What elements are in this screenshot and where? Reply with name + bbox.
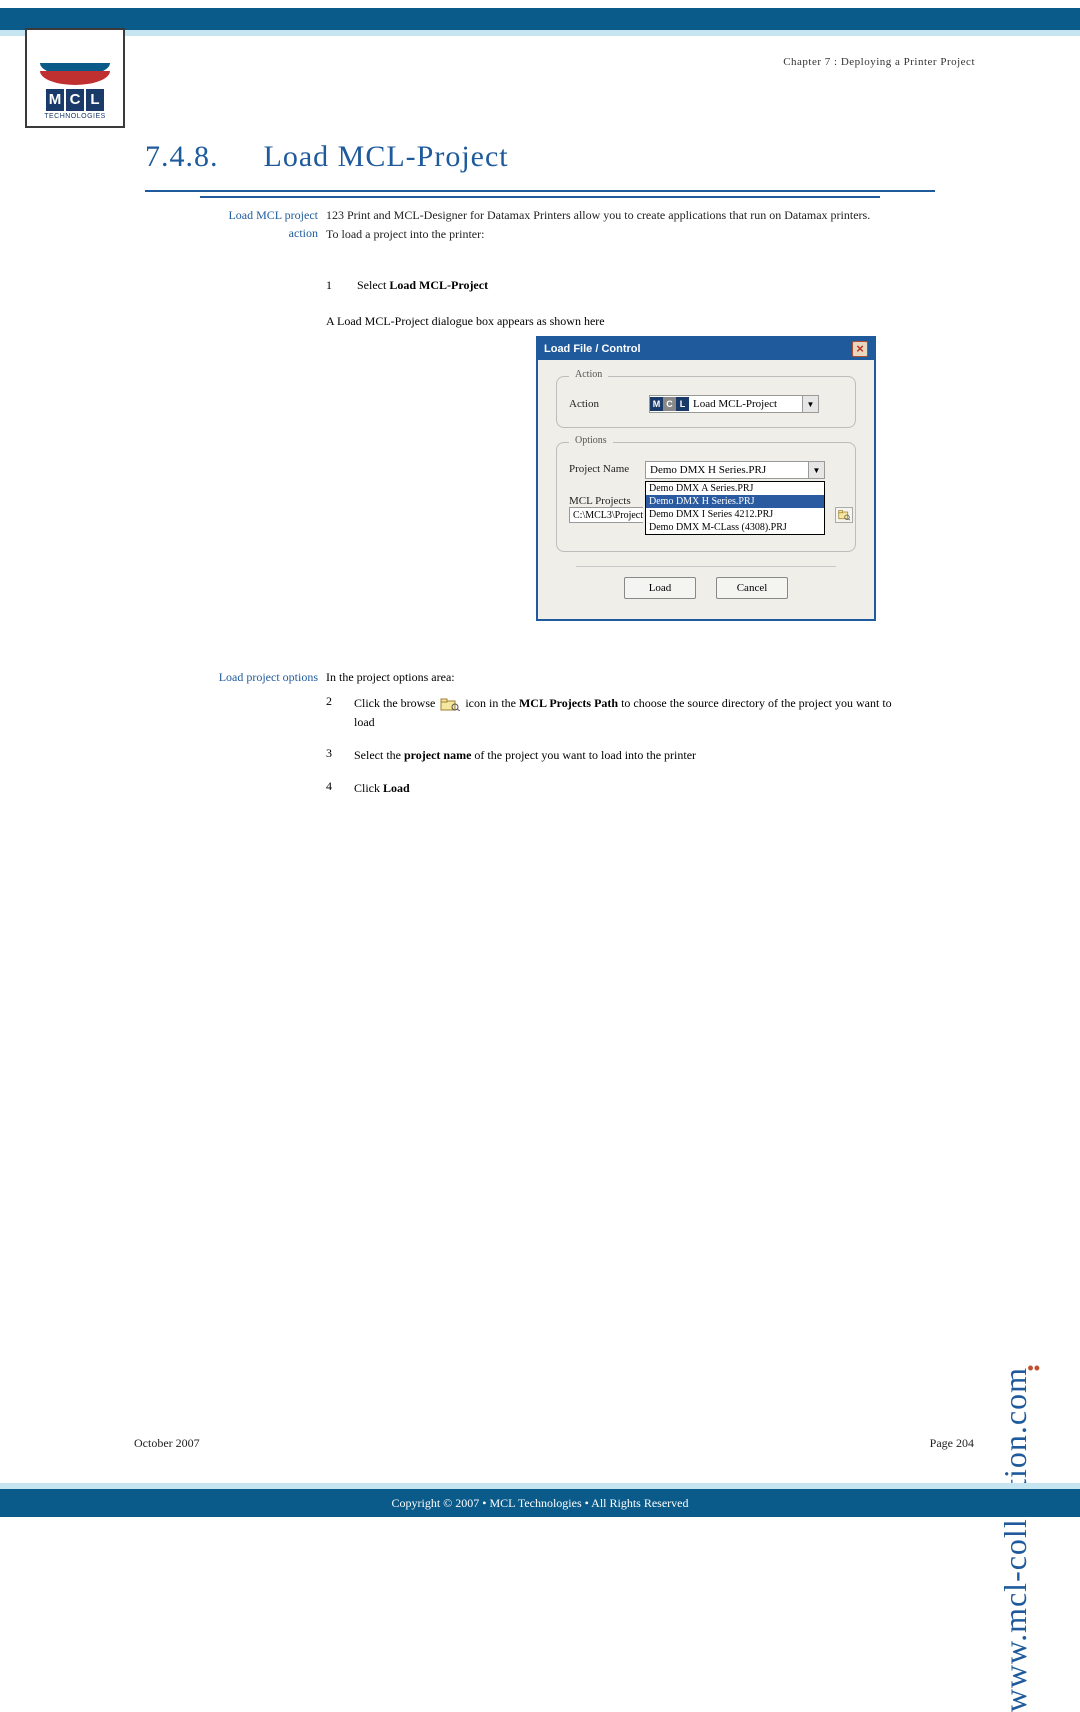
margin-label-options: Load project options (140, 670, 318, 685)
action-fieldset: Action Action MCL Load MCL-Project ▼ (556, 376, 856, 428)
section-number: 7.4.8. (145, 140, 255, 174)
step-2: 2 Click the browse icon in the MCL Proje… (326, 694, 896, 732)
chevron-down-icon[interactable]: ▼ (802, 396, 818, 412)
step-number: 3 (326, 746, 354, 765)
mcl-projects-label: MCL Projects (569, 481, 645, 507)
load-file-control-dialog: Load File / Control × Action Action MCL … (536, 336, 876, 621)
dialog-intro-text: A Load MCL-Project dialogue box appears … (326, 314, 886, 329)
browse-icon[interactable] (835, 507, 853, 523)
section-title: Load MCL-Project (264, 140, 509, 173)
logo-letter: M (46, 89, 64, 111)
load-button[interactable]: Load (624, 577, 696, 599)
project-name-combobox[interactable]: Demo DMX H Series.PRJ ▼ (645, 461, 825, 479)
dialog-separator (576, 566, 836, 567)
margin-label-load-action: Load MCL projectaction (178, 206, 318, 242)
logo-letter: L (86, 89, 104, 111)
logo-subtext: TECHNOLOGIES (40, 113, 110, 120)
browse-icon (440, 697, 460, 711)
list-item[interactable]: Demo DMX I Series 4212.PRJ (646, 508, 824, 521)
logo-wave-icon (40, 63, 110, 85)
step-3: 3 Select the project name of the project… (326, 746, 896, 765)
list-item[interactable]: Demo DMX M-CLass (4308).PRJ (646, 521, 824, 534)
step-4: 4 Click Load (326, 779, 896, 798)
project-name-value: Demo DMX H Series.PRJ (646, 464, 808, 476)
copyright-bar: Copyright © 2007 • MCL Technologies • Al… (0, 1489, 1080, 1517)
mcl-logo: M C L TECHNOLOGIES (25, 28, 125, 128)
action-label: Action (569, 398, 639, 410)
intro-paragraph: 123 Print and MCL-Designer for Datamax P… (326, 206, 876, 244)
heading-rule-inner (200, 196, 880, 198)
mcl-badge-icon: MCL (650, 397, 689, 411)
close-icon[interactable]: × (852, 341, 868, 357)
step-number: 4 (326, 779, 354, 798)
logo-letter: C (66, 89, 84, 111)
chevron-down-icon[interactable]: ▼ (808, 462, 824, 478)
project-dropdown-list[interactable]: Demo DMX A Series.PRJ Demo DMX H Series.… (645, 481, 825, 535)
heading-rule-outer (145, 190, 935, 192)
footer-page: Page 204 (930, 1436, 974, 1451)
dialog-titlebar[interactable]: Load File / Control × (538, 338, 874, 360)
step-number: 2 (326, 694, 354, 732)
action-legend: Action (569, 369, 608, 380)
action-combo-value: Load MCL-Project (689, 398, 802, 410)
chapter-header: Chapter 7 : Deploying a Printer Project (783, 56, 975, 68)
options-legend: Options (569, 435, 613, 446)
step-number: 1 (326, 278, 354, 293)
section-heading: 7.4.8. Load MCL-Project (145, 140, 509, 174)
options-fieldset: Options Project Name Demo DMX H Series.P… (556, 442, 856, 552)
top-accent-bar (0, 8, 1080, 30)
action-combobox[interactable]: MCL Load MCL-Project ▼ (649, 395, 819, 413)
list-item[interactable]: Demo DMX A Series.PRJ (646, 482, 824, 495)
footer-date: October 2007 (134, 1436, 200, 1451)
project-name-label: Project Name (569, 461, 645, 475)
top-accent-light (0, 30, 1080, 36)
step-1: 1 Select Load MCL-Project (326, 278, 876, 293)
list-item[interactable]: Demo DMX H Series.PRJ (646, 495, 824, 508)
cancel-button[interactable]: Cancel (716, 577, 788, 599)
options-intro-text: In the project options area: (326, 670, 886, 685)
dialog-title-text: Load File / Control (544, 338, 641, 360)
decorative-dots-icon: •• (1027, 1358, 1040, 1379)
site-url-vertical: www.mcl-collection.com (997, 1367, 1034, 1712)
mcl-projects-path-input[interactable]: C:\MCL3\Projects (569, 507, 643, 523)
